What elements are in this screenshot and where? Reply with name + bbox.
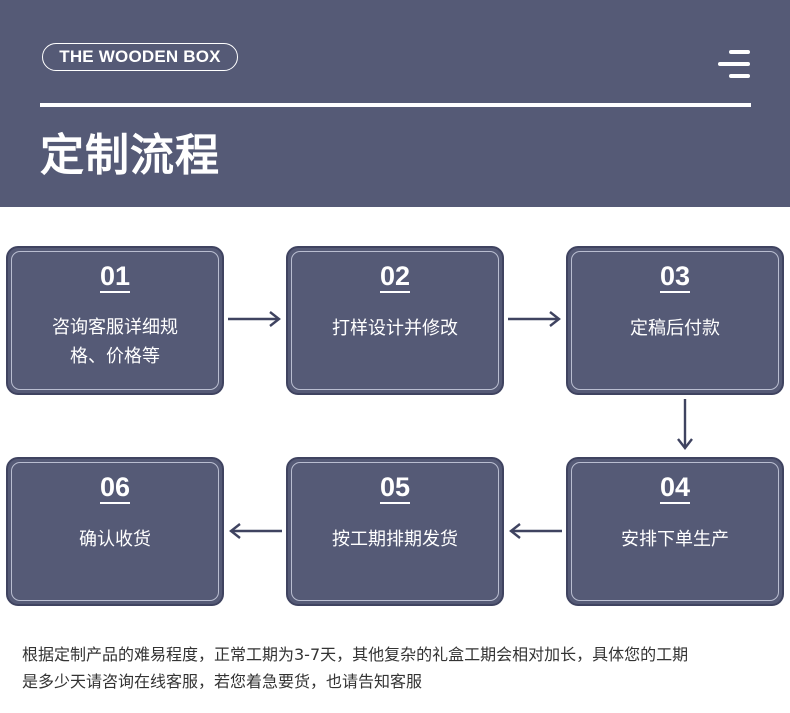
menu-bar xyxy=(718,62,750,66)
step-01-description: 咨询客服详细规 格、价格等 xyxy=(24,313,206,371)
menu-bar xyxy=(729,50,750,54)
step-card-02: 02 打样设计并修改 xyxy=(286,246,504,395)
step-text-line: 定稿后付款 xyxy=(630,318,720,339)
menu-icon[interactable] xyxy=(718,50,750,80)
step-card-04: 04 安排下单生产 xyxy=(566,457,784,606)
step-description: 安排下单生产 xyxy=(586,525,764,554)
lead-time-note: 根据定制产品的难易程度，正常工期为3-7天，其他复杂的礼盒工期会相对加长，具体您… xyxy=(22,641,772,695)
step-description: 定稿后付款 xyxy=(586,314,764,343)
arrow-right-icon xyxy=(508,311,562,327)
step-text-line: 格、价格等 xyxy=(70,346,160,367)
step-text-line: 确认收货 xyxy=(79,529,151,550)
arrow-left-icon xyxy=(228,523,282,539)
header-divider xyxy=(40,103,751,107)
step-text-line: 咨询客服详细规 xyxy=(52,317,178,338)
arrow-left-icon xyxy=(508,523,562,539)
step-text-line: 打样设计并修改 xyxy=(332,318,458,339)
step-number: 01 xyxy=(99,261,131,293)
step-number: 03 xyxy=(659,261,691,293)
arrow-right-icon xyxy=(228,311,282,327)
note-line: 是多少天请咨询在线客服，若您着急要货，也请告知客服 xyxy=(22,672,423,691)
page-header: THE WOODEN BOX 定制流程 xyxy=(0,0,790,207)
step-number: 06 xyxy=(99,472,131,504)
menu-bar xyxy=(729,74,750,78)
step-text-line: 安排下单生产 xyxy=(621,529,729,550)
note-line: 根据定制产品的难易程度，正常工期为3-7天，其他复杂的礼盒工期会相对加长，具体您… xyxy=(22,645,689,664)
step-card-03: 03 定稿后付款 xyxy=(566,246,784,395)
brand-logo: THE WOODEN BOX xyxy=(42,43,238,71)
page-title: 定制流程 xyxy=(40,130,220,181)
step-card-06: 06 确认收货 xyxy=(6,457,224,606)
step-description: 按工期排期发货 xyxy=(306,525,484,554)
arrow-down-icon xyxy=(677,399,693,451)
step-description: 确认收货 xyxy=(26,525,204,554)
step-number: 02 xyxy=(379,261,411,293)
step-card-05: 05 按工期排期发货 xyxy=(286,457,504,606)
step-number: 04 xyxy=(659,472,691,504)
step-description: 打样设计并修改 xyxy=(306,314,484,343)
step-number: 05 xyxy=(379,472,411,504)
step-text-line: 按工期排期发货 xyxy=(332,529,458,550)
